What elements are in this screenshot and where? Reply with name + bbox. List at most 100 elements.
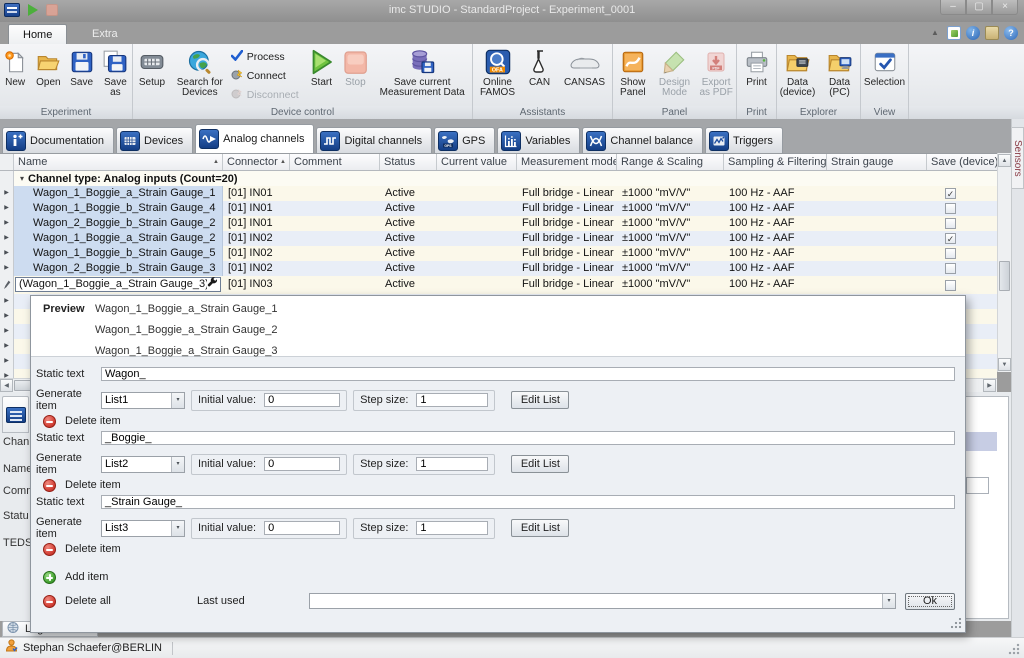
save-button[interactable]: Save <box>67 45 97 106</box>
scroll-down-icon[interactable]: ▼ <box>998 358 1011 371</box>
static-text-input[interactable]: Wagon_ <box>101 367 955 381</box>
table-row-editing[interactable]: (Wagon_1_Boggie_a_Strain Gauge_3) [01] I… <box>0 276 997 294</box>
initial-value-input[interactable]: 0 <box>264 521 340 535</box>
table-row[interactable]: ▶ Wagon_2_Boggie_b_Strain Gauge_3 [01] I… <box>0 261 997 276</box>
chevron-down-icon[interactable]: ▾ <box>882 594 895 608</box>
search-for-devices-button[interactable]: Search for Devices <box>171 45 229 106</box>
header-range-scaling[interactable]: Range & Scaling <box>617 154 724 170</box>
show-panel-button[interactable]: Show Panel <box>613 45 653 106</box>
setup-button[interactable]: Setup <box>133 45 171 106</box>
name-cell[interactable]: Wagon_1_Boggie_a_Strain Gauge_2 <box>14 231 223 246</box>
minimize-button[interactable]: – <box>940 0 966 15</box>
ok-button[interactable]: Ok <box>905 593 955 610</box>
details-tab-channels[interactable] <box>2 396 29 433</box>
table-row[interactable]: ▶ Wagon_1_Boggie_b_Strain Gauge_5 [01] I… <box>0 246 997 261</box>
header-name[interactable]: Name▲ <box>14 154 223 170</box>
delete-item-row[interactable]: Delete item <box>43 542 955 556</box>
can-button[interactable]: CAN <box>523 45 557 106</box>
group-row[interactable]: ▾ Channel type: Analog inputs (Count=20) <box>0 171 997 186</box>
scroll-up-icon[interactable]: ▲ <box>998 154 1011 167</box>
start-button[interactable]: Start <box>305 45 339 106</box>
collapse-ribbon-icon[interactable]: ▲ <box>928 26 942 40</box>
name-generator-wrench-icon[interactable] <box>207 277 218 293</box>
table-row[interactable]: ▶ Wagon_1_Boggie_b_Strain Gauge_4 [01] I… <box>0 201 997 216</box>
vertical-scrollbar[interactable]: ▲ ▼ <box>997 153 1011 372</box>
open-button[interactable]: Open <box>32 45 64 106</box>
save-checkbox[interactable] <box>945 203 956 214</box>
details-tab-label[interactable]: Chann <box>3 436 30 448</box>
delete-item-icon[interactable] <box>43 543 56 556</box>
list-select[interactable]: List3 ▾ <box>101 520 185 537</box>
tab-channel-balance[interactable]: Channel balance <box>582 127 703 153</box>
header-status[interactable]: Status <box>380 154 437 170</box>
name-cell[interactable]: Wagon_2_Boggie_b_Strain Gauge_3 <box>14 261 223 276</box>
delete-all-label[interactable]: Delete all <box>65 595 197 607</box>
last-used-combo[interactable]: ▾ <box>309 593 896 609</box>
maximize-button[interactable]: ▢ <box>966 0 992 15</box>
tab-documentation[interactable]: Documentation <box>2 127 114 153</box>
header-sampling-filtering[interactable]: Sampling & Filtering <box>724 154 827 170</box>
ribbon-tab-home[interactable]: Home <box>8 24 67 44</box>
step-size-input[interactable]: 1 <box>416 521 488 535</box>
static-text-input[interactable]: _Strain Gauge_ <box>101 495 955 509</box>
name-cell[interactable]: Wagon_2_Boggie_b_Strain Gauge_2 <box>14 216 223 231</box>
scroll-right-icon[interactable]: ▶ <box>983 379 996 392</box>
process-button[interactable]: Process <box>229 50 305 64</box>
window-resize-grip[interactable] <box>1008 643 1020 655</box>
tab-digital-channels[interactable]: Digital channels <box>316 127 432 153</box>
name-edit-input[interactable]: (Wagon_1_Boggie_a_Strain Gauge_3) <box>15 277 221 292</box>
header-connector[interactable]: Connector▲ <box>223 154 290 170</box>
save-checkbox[interactable] <box>945 280 956 291</box>
vertical-scroll-thumb[interactable] <box>999 261 1010 291</box>
edit-list-button[interactable]: Edit List <box>511 455 569 473</box>
help-icon[interactable]: ? <box>1004 26 1018 40</box>
sensors-tab[interactable]: Sensors <box>1012 127 1024 189</box>
header-measurement-mode[interactable]: Measurement mode <box>517 154 617 170</box>
print-button[interactable]: Print <box>738 45 776 106</box>
save-as-button[interactable]: Save as <box>99 45 132 106</box>
header-comment[interactable]: Comment <box>290 154 380 170</box>
delete-item-icon[interactable] <box>43 479 56 492</box>
name-edit-cell[interactable]: (Wagon_1_Boggie_a_Strain Gauge_3) <box>14 276 223 294</box>
collapse-icon[interactable]: ▾ <box>20 174 24 183</box>
chevron-down-icon[interactable]: ▾ <box>171 521 184 536</box>
name-cell[interactable]: Wagon_1_Boggie_a_Strain Gauge_1 <box>14 186 223 201</box>
tab-triggers[interactable]: Triggers <box>705 127 783 153</box>
header-strain-gauge[interactable]: Strain gauge <box>827 154 927 170</box>
header-current-value[interactable]: Current value <box>437 154 517 170</box>
scroll-left-icon[interactable]: ◀ <box>0 379 13 392</box>
header-save-device[interactable]: Save (device) <box>927 154 997 170</box>
table-row[interactable]: ▶ Wagon_1_Boggie_a_Strain Gauge_1 [01] I… <box>0 186 997 201</box>
close-button[interactable]: × <box>992 0 1018 15</box>
list-select[interactable]: List2 ▾ <box>101 456 185 473</box>
save-checkbox[interactable]: ✓ <box>945 233 956 244</box>
edit-list-button[interactable]: Edit List <box>511 519 569 537</box>
resources-icon[interactable] <box>985 26 999 40</box>
initial-value-input[interactable]: 0 <box>264 457 340 471</box>
data-pc-button[interactable]: Data (PC) <box>820 45 860 106</box>
connect-button[interactable]: Connect <box>229 69 305 83</box>
info-icon[interactable]: i <box>966 26 980 40</box>
static-text-input[interactable]: _Boggie_ <box>101 431 955 445</box>
add-item-icon[interactable] <box>43 571 56 584</box>
step-size-input[interactable]: 1 <box>416 393 488 407</box>
list-select[interactable]: List1 ▾ <box>101 392 185 409</box>
name-cell[interactable]: Wagon_1_Boggie_b_Strain Gauge_5 <box>14 246 223 261</box>
selection-button[interactable]: Selection <box>862 45 908 106</box>
initial-value-input[interactable]: 0 <box>264 393 340 407</box>
edit-list-button[interactable]: Edit List <box>511 391 569 409</box>
name-cell[interactable]: Wagon_1_Boggie_b_Strain Gauge_4 <box>14 201 223 216</box>
new-button[interactable]: New <box>0 45 30 106</box>
add-item-row[interactable]: Add item <box>43 570 955 584</box>
step-size-input[interactable]: 1 <box>416 457 488 471</box>
cansas-button[interactable]: CANSAS <box>559 45 611 106</box>
chevron-down-icon[interactable]: ▾ <box>171 457 184 472</box>
save-checkbox[interactable] <box>945 218 956 229</box>
delete-item-icon[interactable] <box>43 415 56 428</box>
tab-gps[interactable]: GPS GPS <box>434 127 495 153</box>
tab-variables[interactable]: Variables <box>497 127 580 153</box>
save-checkbox[interactable]: ✓ <box>945 188 956 199</box>
save-checkbox[interactable] <box>945 248 956 259</box>
delete-item-row[interactable]: Delete item <box>43 414 955 428</box>
dialog-resize-grip[interactable] <box>951 618 962 629</box>
